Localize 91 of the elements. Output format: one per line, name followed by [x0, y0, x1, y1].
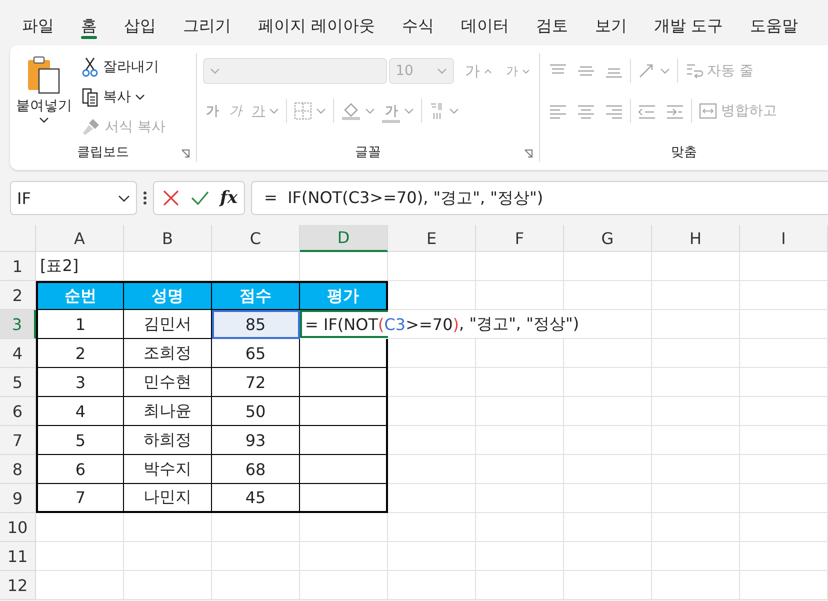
ribbon-tab[interactable]: 페이지 레이아웃	[258, 12, 376, 40]
table-cell: 박수지	[124, 455, 212, 484]
table-cell: 5	[36, 426, 124, 455]
wrap-text-icon	[685, 62, 704, 80]
table-cell: 65	[212, 339, 300, 368]
chevron-down-icon[interactable]	[39, 117, 49, 123]
merge-cells-icon	[699, 102, 718, 120]
ribbon-tab[interactable]: 개발 도구	[654, 12, 724, 40]
column-header[interactable]: H	[652, 225, 740, 252]
align-right-icon	[605, 103, 624, 119]
table-cell: 2	[36, 339, 124, 368]
table-cell: 4	[36, 397, 124, 426]
table-cell: 3	[36, 368, 124, 397]
copy-icon	[81, 87, 99, 107]
column-header[interactable]: E	[388, 225, 476, 252]
select-all-button[interactable]	[0, 225, 36, 252]
row-header[interactable]: 4	[0, 339, 36, 368]
ribbon-tab[interactable]: 삽입	[124, 12, 156, 40]
ribbon-tab[interactable]: 보기	[595, 12, 628, 40]
ribbon-tab[interactable]: 그리기	[183, 12, 231, 40]
row-header[interactable]: 12	[0, 571, 36, 600]
ribbon-tab[interactable]: 파일	[22, 12, 54, 40]
column-header[interactable]: C	[212, 225, 300, 252]
table-title: [표2]	[36, 252, 124, 281]
table-cell: 6	[36, 455, 124, 484]
row-header[interactable]: 6	[0, 397, 36, 426]
checkmark-icon[interactable]	[190, 189, 210, 207]
ribbon-tab[interactable]: 검토	[536, 12, 568, 40]
align-left-icon	[549, 103, 568, 119]
copy-button[interactable]: 복사	[78, 83, 168, 111]
table-cell: 최나윤	[124, 397, 212, 426]
insert-function-button[interactable]: fx	[220, 188, 238, 208]
decrease-indent-icon	[638, 103, 656, 119]
column-header[interactable]: D	[300, 225, 388, 252]
table-cell: 50	[212, 397, 300, 426]
table-cell: 68	[212, 455, 300, 484]
scissors-icon	[81, 57, 99, 77]
table-cell: 민수현	[124, 368, 212, 397]
row-header[interactable]: 3	[0, 310, 36, 339]
cancel-icon[interactable]	[162, 189, 180, 207]
chevron-down-icon[interactable]	[135, 94, 145, 100]
row-header[interactable]: 2	[0, 281, 36, 310]
chevron-down-icon[interactable]	[118, 194, 130, 202]
ribbon-tab[interactable]: 홈	[81, 12, 97, 40]
column-heading: 평가	[300, 281, 388, 310]
table-cell: 1	[36, 310, 124, 339]
table-cell: 72	[212, 368, 300, 397]
dialog-launcher-icon[interactable]	[181, 149, 190, 158]
column-heading: 점수	[212, 281, 300, 310]
cut-button[interactable]: 잘라내기	[78, 53, 168, 81]
column-heading: 순번	[36, 281, 124, 310]
table-cell: 45	[212, 484, 300, 513]
formula-input[interactable]: = IF(NOT(C3>=70), "경고", "정상")	[251, 181, 828, 215]
paste-button[interactable]: 붙여넣기	[16, 53, 72, 143]
color-bar-icon	[382, 120, 400, 122]
group-label: 클립보드	[77, 144, 130, 162]
row-header[interactable]: 8	[0, 455, 36, 484]
column-header[interactable]: G	[564, 225, 652, 252]
dialog-launcher-icon[interactable]	[524, 149, 534, 158]
table-cell: 7	[36, 484, 124, 513]
row-header[interactable]: 10	[0, 513, 36, 542]
row-header[interactable]: 5	[0, 368, 36, 397]
increase-indent-icon	[666, 103, 684, 119]
table-cell: 나민지	[124, 484, 212, 513]
align-center-icon	[577, 103, 596, 119]
paint-bucket-icon	[341, 101, 362, 121]
column-header[interactable]: I	[740, 225, 828, 252]
ribbon-tab[interactable]: 도움말	[750, 12, 798, 40]
row-header[interactable]: 1	[0, 252, 36, 281]
table-cell: 93	[212, 426, 300, 455]
row-header[interactable]: 9	[0, 484, 36, 513]
ribbon-tab[interactable]: 데이터	[461, 12, 510, 40]
paintbrush-icon	[81, 117, 101, 137]
column-header[interactable]: F	[476, 225, 564, 252]
table-cell: 85	[212, 310, 300, 339]
borders-icon	[294, 102, 312, 120]
row-header[interactable]: 11	[0, 542, 36, 571]
column-heading: 성명	[124, 281, 212, 310]
caret-down-icon	[522, 68, 530, 74]
caret-up-icon	[484, 68, 492, 74]
column-header[interactable]: B	[124, 225, 212, 252]
table-cell: 하희정	[124, 426, 212, 455]
column-header[interactable]: A	[36, 225, 124, 252]
group-label: 글꼴	[355, 144, 382, 162]
ribbon-tab[interactable]: 수식	[402, 12, 434, 40]
more-options-icon[interactable]	[143, 190, 147, 206]
table-cell: 조희정	[124, 339, 212, 368]
table-cell: 김민서	[124, 310, 212, 339]
name-box[interactable]: IF	[10, 181, 137, 215]
row-header[interactable]: 7	[0, 426, 36, 455]
group-label: 맞춤	[671, 144, 698, 162]
